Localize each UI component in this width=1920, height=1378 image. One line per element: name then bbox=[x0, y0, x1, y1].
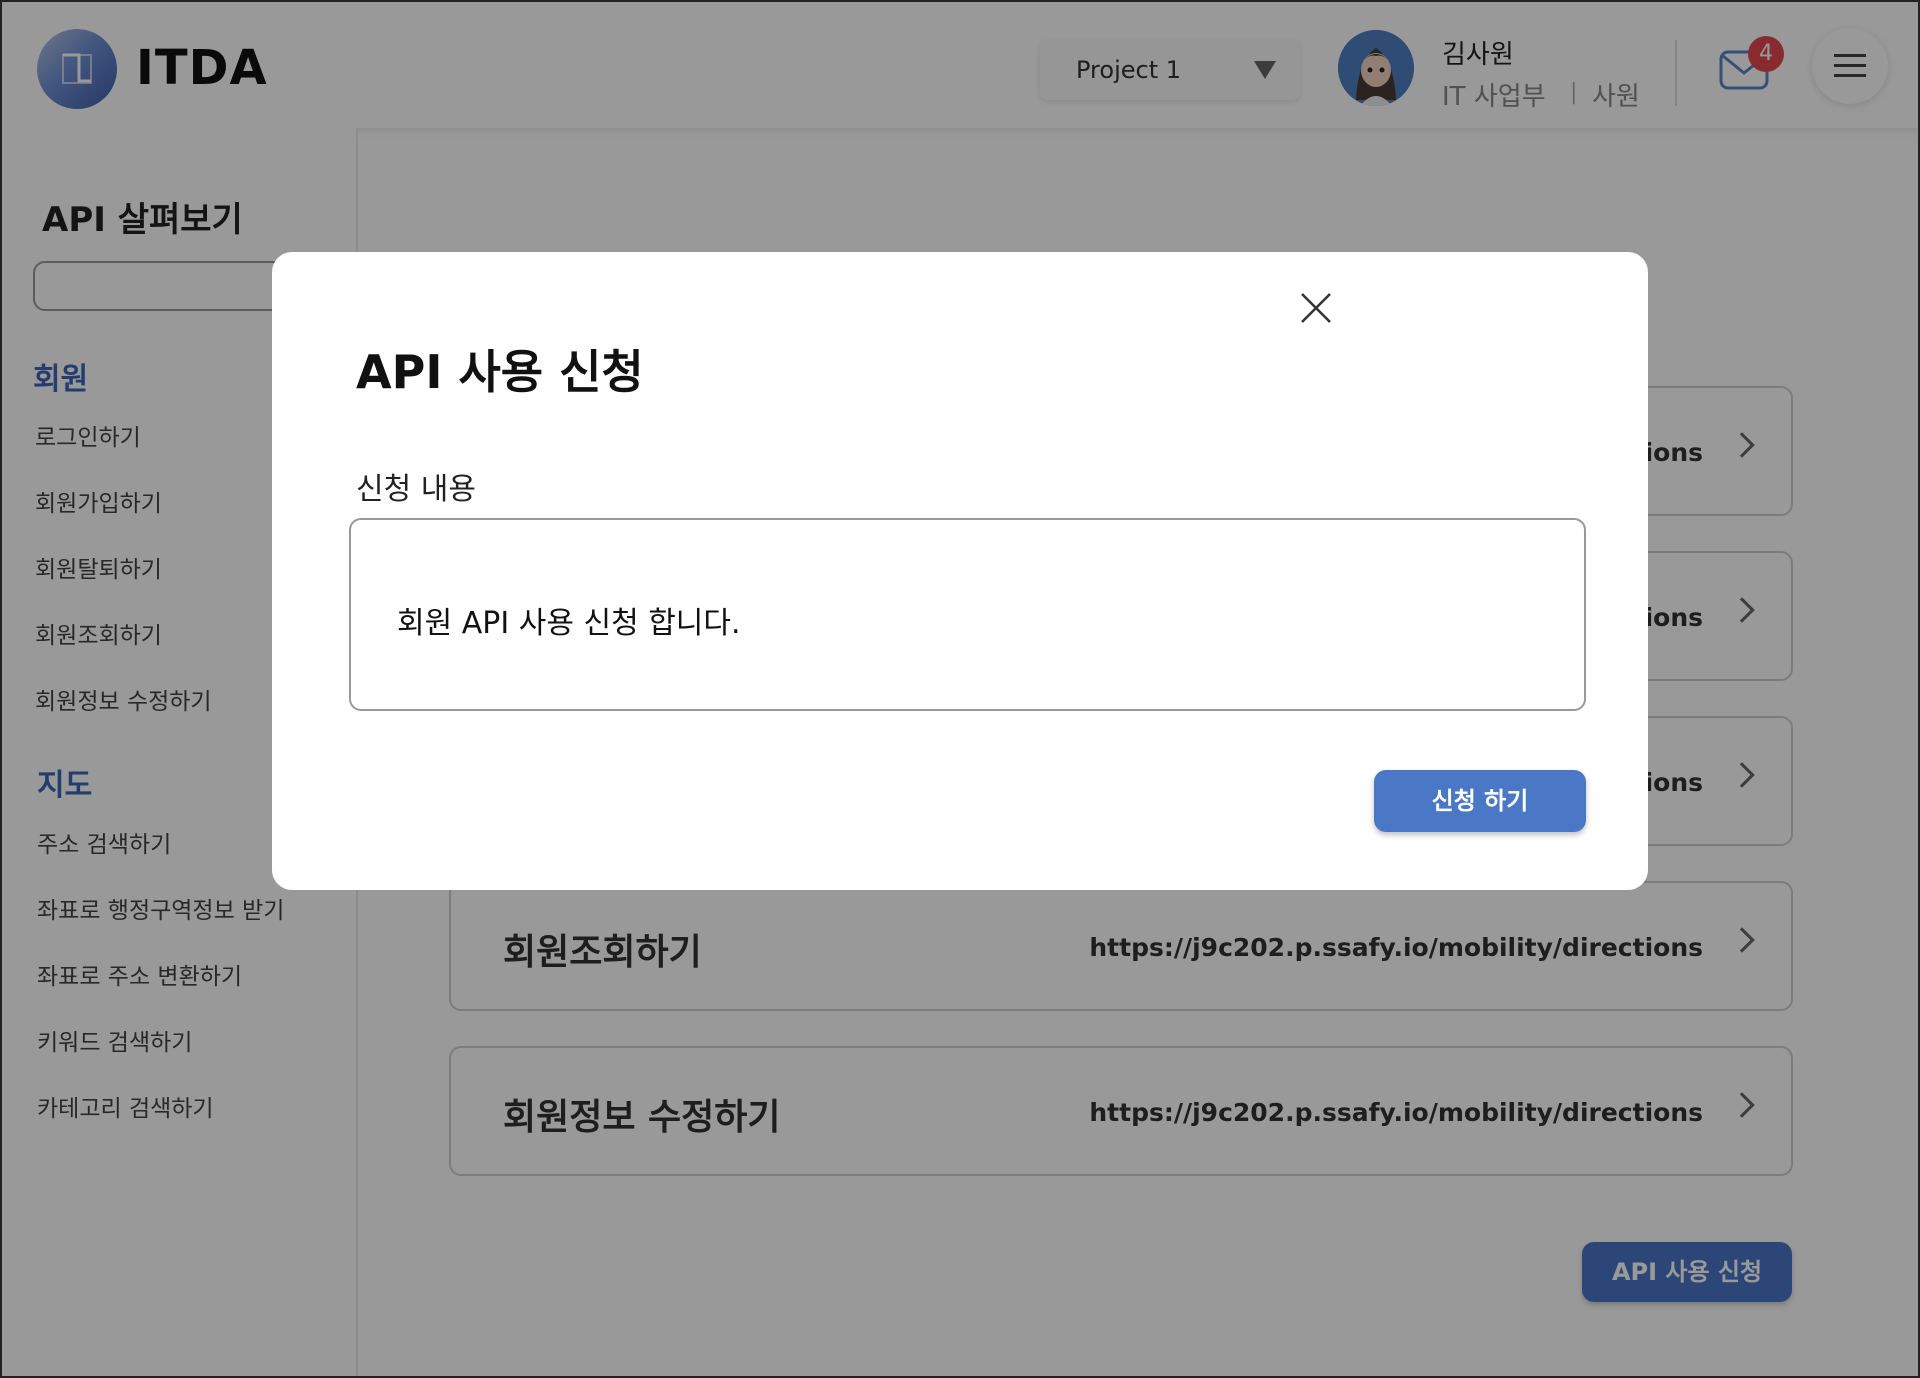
submit-request-button[interactable]: 신청 하기 bbox=[1374, 770, 1586, 832]
modal-title: API 사용 신청 bbox=[356, 345, 644, 399]
request-content-value: 회원 API 사용 신청 합니다. bbox=[397, 606, 741, 641]
close-icon bbox=[1301, 293, 1331, 323]
request-content-label: 신청 내용 bbox=[356, 472, 476, 507]
close-button[interactable] bbox=[1296, 288, 1336, 328]
request-content-textarea[interactable]: 회원 API 사용 신청 합니다. bbox=[349, 518, 1586, 711]
